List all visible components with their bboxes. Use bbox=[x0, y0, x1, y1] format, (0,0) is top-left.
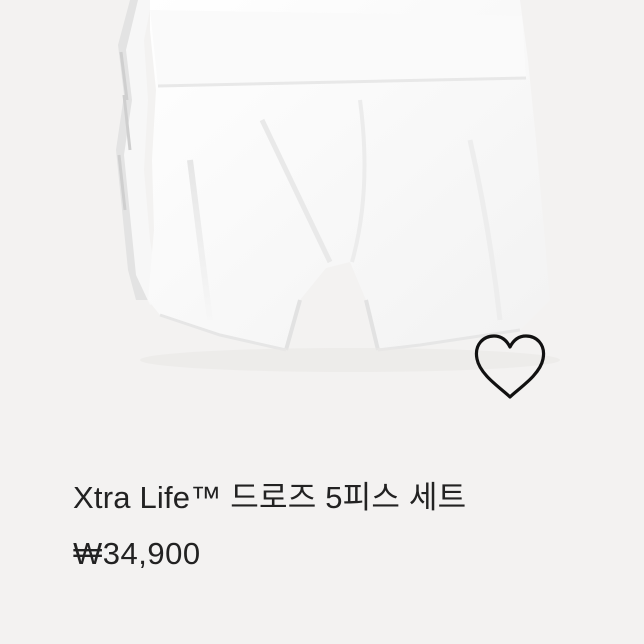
heart-outline-icon bbox=[474, 334, 546, 399]
product-card[interactable]: Xtra Life™ 드로즈 5피스 세트 ₩34,900 bbox=[0, 0, 644, 644]
wishlist-button[interactable] bbox=[470, 332, 550, 404]
product-price: ₩34,900 bbox=[73, 536, 201, 571]
product-title[interactable]: Xtra Life™ 드로즈 5피스 세트 bbox=[73, 476, 466, 520]
